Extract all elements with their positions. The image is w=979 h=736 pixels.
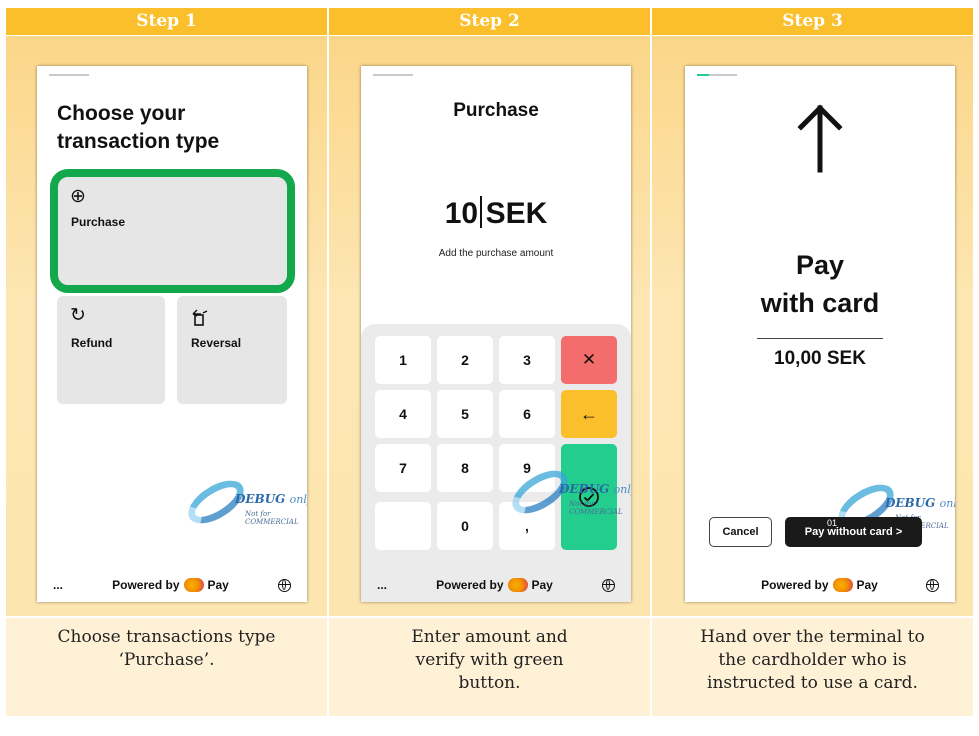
- numeric-keypad: 1 2 3 ✕ 4 5 6 ← 7 8 9 0 ,: [361, 324, 631, 602]
- divider: [757, 338, 883, 339]
- purchase-highlight-frame: [50, 169, 295, 293]
- step-3-caption: Hand over the terminal to the cardholder…: [652, 618, 973, 716]
- key-3[interactable]: 3: [499, 336, 555, 384]
- currency-label: SEK: [485, 197, 548, 230]
- pay-with-card-title: Pay with card: [685, 246, 955, 322]
- text-cursor: [480, 196, 482, 228]
- key-5[interactable]: 5: [437, 390, 493, 438]
- reversal-tile[interactable]: Reversal: [177, 296, 287, 404]
- step-1-caption: Choose transactions type ‘Purchase’.: [6, 618, 327, 716]
- debug-text: DEBUG: [885, 496, 936, 510]
- debug-note: Not for COMMERCIAL: [569, 500, 623, 516]
- powered-label: Powered by: [112, 578, 180, 592]
- column-divider: [327, 8, 329, 716]
- refresh-icon: ↻: [70, 305, 86, 326]
- key-7[interactable]: 7: [375, 444, 431, 492]
- pay-title-line2: with card: [760, 288, 880, 318]
- backspace-key[interactable]: ←: [561, 390, 617, 438]
- footer-bar: ... Powered by Pay: [37, 568, 307, 602]
- powered-by: Powered by Pay: [112, 578, 229, 592]
- refund-label: Refund: [71, 336, 113, 350]
- powered-by: Powered by Pay: [436, 578, 553, 592]
- reversal-icon: [192, 309, 208, 326]
- arrow-up-icon: [797, 104, 843, 173]
- debug-watermark: DEBUG only Not for COMMERCIAL: [505, 462, 631, 524]
- overlay-text: 01: [827, 518, 838, 528]
- terminal-screen-1: Choose your transaction type ⊕ Purchase …: [37, 66, 307, 602]
- debug-note: Not for COMMERCIAL: [245, 510, 299, 526]
- pay-label: Pay: [207, 578, 229, 592]
- key-8[interactable]: 8: [437, 444, 493, 492]
- pay-amount: 10,00 SEK: [774, 348, 866, 369]
- powered-label: Powered by: [436, 578, 504, 592]
- more-menu-button[interactable]: ...: [377, 578, 387, 592]
- purchase-title: Purchase: [453, 100, 539, 121]
- instruction-grid: Step 1 Step 2 Step 3 Choose transactions…: [6, 8, 973, 736]
- key-4[interactable]: 4: [375, 390, 431, 438]
- amount-value: 10: [444, 197, 479, 230]
- key-6[interactable]: 6: [499, 390, 555, 438]
- pay-title-line1: Pay: [795, 250, 845, 280]
- amount-hint: Add the purchase amount: [438, 248, 554, 259]
- debug-text: DEBUG: [235, 492, 286, 506]
- pay-logo-icon: [832, 578, 853, 592]
- globe-icon[interactable]: [601, 578, 615, 592]
- powered-label: Powered by: [761, 578, 829, 592]
- step-2-header: Step 2: [329, 8, 650, 35]
- debug-only-text: only: [939, 497, 955, 510]
- pay-without-card-label: Pay without card >: [804, 526, 903, 538]
- refund-tile[interactable]: ↻ Refund: [57, 296, 165, 404]
- powered-by: Powered by Pay: [761, 578, 878, 592]
- cancel-button[interactable]: Cancel: [709, 517, 772, 547]
- reversal-label: Reversal: [191, 336, 242, 350]
- step-2-caption: Enter amount and verify with green butto…: [329, 618, 650, 716]
- arrow-left-icon: ←: [580, 403, 598, 424]
- more-menu-button[interactable]: ...: [53, 578, 63, 592]
- footer-bar: Powered by Pay: [685, 568, 955, 602]
- close-icon: ✕: [581, 350, 597, 369]
- key-0[interactable]: 0: [437, 502, 493, 550]
- terminal-screen-3: Pay with card 10,00 SEK DEBUG only Not f…: [685, 66, 955, 602]
- pay-logo-icon: [507, 578, 528, 592]
- status-bar: [49, 74, 89, 76]
- debug-watermark: DEBUG only Not for COMMERCIAL: [181, 472, 307, 534]
- footer-bar: ... Powered by Pay: [361, 568, 631, 602]
- key-1[interactable]: 1: [375, 336, 431, 384]
- pay-logo-icon: [183, 578, 204, 592]
- debug-text: DEBUG: [559, 482, 610, 496]
- cancel-key[interactable]: ✕: [561, 336, 617, 384]
- key-2[interactable]: 2: [437, 336, 493, 384]
- status-bar: [373, 74, 413, 76]
- status-bar: [697, 74, 737, 76]
- pay-label: Pay: [531, 578, 553, 592]
- debug-only-text: only: [289, 493, 307, 506]
- globe-icon[interactable]: [277, 578, 291, 592]
- debug-only-text: only: [613, 483, 631, 496]
- key-empty: [375, 502, 431, 550]
- amount-display[interactable]: 10 SEK: [361, 196, 631, 231]
- step-3-header: Step 3: [652, 8, 973, 35]
- terminal-screen-2: Purchase 10 SEK Add the purchase amount 1…: [361, 66, 631, 602]
- page-title: Choose your transaction type: [57, 102, 220, 153]
- step-1-header: Step 1: [6, 8, 327, 35]
- pay-label: Pay: [856, 578, 878, 592]
- pay-without-card-button[interactable]: 01 Pay without card >: [785, 517, 922, 547]
- globe-icon[interactable]: [926, 578, 939, 592]
- column-divider: [650, 8, 652, 716]
